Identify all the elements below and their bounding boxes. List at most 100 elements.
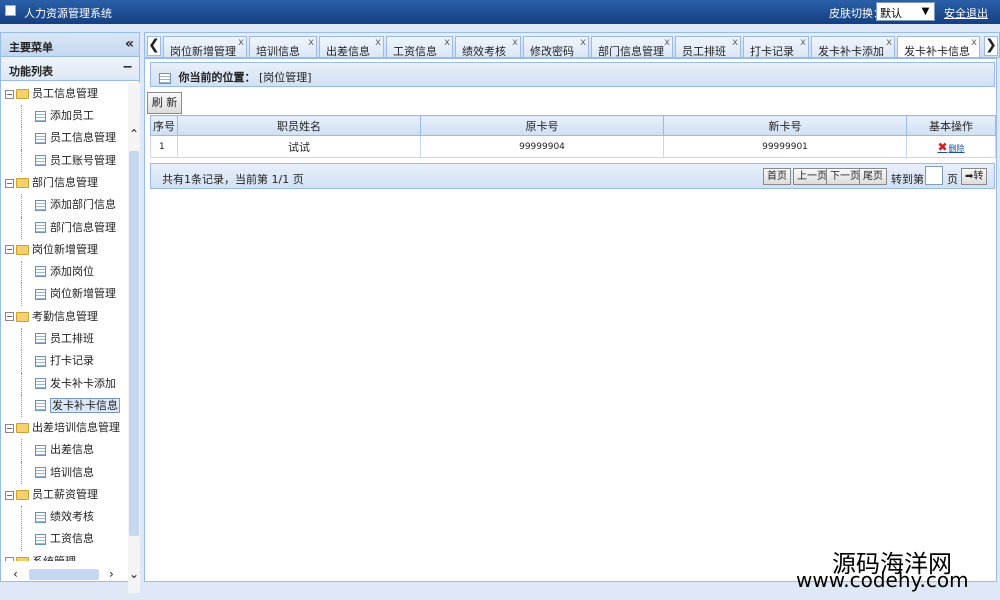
delete-icon: ✖ xyxy=(937,139,948,154)
tab[interactable]: 打卡记录 x xyxy=(743,36,809,57)
app-title: 人力资源管理系统 xyxy=(24,7,112,20)
close-tab-icon[interactable]: x xyxy=(732,37,738,48)
sidebar-item-label: 绩效考核 xyxy=(50,510,94,524)
page-icon xyxy=(35,266,46,278)
collapse-node-icon[interactable]: − xyxy=(5,490,14,500)
sidebar-item[interactable]: 发卡补卡添加 xyxy=(1,372,127,396)
tab[interactable]: 发卡补卡信息 x xyxy=(897,36,980,57)
tree-group[interactable]: − 出差培训信息管理 xyxy=(1,417,127,439)
tree-group-label: 考勤信息管理 xyxy=(32,309,98,323)
tab[interactable]: 绩效考核 x xyxy=(455,36,521,58)
scroll-left-icon[interactable]: ‹ xyxy=(13,567,18,581)
tree-group-label: 岗位新增管理 xyxy=(32,242,98,256)
tab[interactable]: 出差信息 x xyxy=(319,36,384,58)
collapse-node-icon[interactable]: − xyxy=(5,423,14,433)
page-icon xyxy=(35,511,46,523)
minimize-icon[interactable]: − xyxy=(122,60,133,75)
location-label: 你当前的位置： xyxy=(178,71,256,84)
watermark-url: www.codehy.com xyxy=(796,568,969,592)
tree-horizontal-scrollbar[interactable]: ‹ › xyxy=(3,567,127,581)
scroll-down-icon[interactable]: ⌄ xyxy=(128,567,140,581)
sidebar-item[interactable]: 添加员工 xyxy=(1,105,127,128)
tab[interactable]: 员工排班 x xyxy=(675,36,741,58)
page-icon xyxy=(35,444,46,456)
sidebar-item[interactable]: 添加岗位 xyxy=(1,260,127,284)
sidebar-item[interactable]: 发卡补卡信息 xyxy=(1,394,127,418)
folder-icon xyxy=(16,89,29,99)
sidebar-item-label: 添加员工 xyxy=(50,109,94,122)
location-bar: 你当前的位置： [岗位管理] xyxy=(150,62,995,87)
delete-button[interactable]: ✖删除 xyxy=(937,140,964,154)
sidebar-item[interactable]: 绩效考核 xyxy=(1,506,127,529)
sidebar-item[interactable]: 工资信息 xyxy=(1,528,127,552)
collapse-sidebar-icon[interactable]: « xyxy=(125,36,134,52)
close-tab-icon[interactable]: x xyxy=(512,37,518,48)
goto-page-input[interactable] xyxy=(925,166,943,185)
tab[interactable]: 培训信息 x xyxy=(249,36,317,58)
tab-label: 出差信息 xyxy=(326,45,370,58)
tree-group[interactable]: − 员工薪资管理 xyxy=(1,484,127,506)
sidebar-item[interactable]: 添加部门信息 xyxy=(1,194,127,217)
close-tab-icon[interactable]: x xyxy=(800,37,806,48)
first-page-button[interactable]: 首页 xyxy=(763,168,791,185)
refresh-button[interactable]: 刷 新 xyxy=(147,92,182,114)
sidebar-item[interactable]: 员工账号管理 xyxy=(1,149,127,173)
logout-link[interactable]: 安全退出 xyxy=(944,5,988,21)
column-header-old-card: 原卡号 xyxy=(420,115,664,136)
close-tab-icon[interactable]: x xyxy=(308,37,314,48)
tab[interactable]: 岗位新增管理 x xyxy=(163,36,247,57)
sidebar-item[interactable]: 部门信息管理 xyxy=(1,216,127,240)
tab[interactable]: 发卡补卡添加 x xyxy=(811,36,895,57)
skin-select[interactable]: 默认 ▼ xyxy=(876,2,935,21)
tab-label: 绩效考核 xyxy=(462,45,506,58)
scroll-right-icon[interactable]: › xyxy=(109,567,114,581)
function-list-header: 功能列表 − xyxy=(1,57,139,81)
tab[interactable]: 修改密码 x xyxy=(523,36,589,57)
tab-label: 培训信息 xyxy=(256,45,300,58)
tree-group[interactable]: − 岗位新增管理 xyxy=(1,239,127,261)
tree-group-label: 出差培训信息管理 xyxy=(32,421,120,435)
grid-icon xyxy=(159,72,171,84)
tab-next-icon[interactable]: ❯ xyxy=(984,36,998,56)
tab-label: 员工排班 xyxy=(682,45,726,58)
collapse-node-icon[interactable]: − xyxy=(5,557,14,561)
close-tab-icon[interactable]: x xyxy=(664,37,670,48)
chevron-down-icon[interactable]: ▼ xyxy=(918,4,933,19)
tree-group[interactable]: − 员工信息管理 xyxy=(1,83,127,105)
table-row: 1 试试 99999904 99999901 ✖删除 xyxy=(150,135,996,158)
sidebar-item-label: 出差信息 xyxy=(50,443,94,457)
go-button[interactable]: ➡转 xyxy=(961,168,988,185)
collapse-node-icon[interactable]: − xyxy=(5,89,14,99)
close-tab-icon[interactable]: x xyxy=(444,37,450,48)
close-tab-icon[interactable]: x xyxy=(580,37,586,48)
close-tab-icon[interactable]: x xyxy=(375,37,381,48)
tab[interactable]: 工资信息 x xyxy=(386,36,453,57)
sidebar-item[interactable]: 出差信息 xyxy=(1,439,127,463)
scroll-up-icon[interactable]: ⌃ xyxy=(128,127,140,141)
tab-prev-icon[interactable]: ❮ xyxy=(147,36,161,56)
page-unit-label: 页 xyxy=(947,173,958,186)
sidebar-item[interactable]: 培训信息 xyxy=(1,461,127,485)
sidebar-item[interactable]: 员工信息管理 xyxy=(1,127,127,151)
collapse-node-icon[interactable]: − xyxy=(5,245,14,255)
menu-tree: − 员工信息管理添加员工员工信息管理 员工账号管理 − 部门信息管理添加部门信息部门信息… xyxy=(1,83,127,561)
sidebar-item[interactable]: 岗位新增管理 xyxy=(1,283,127,307)
tree-group[interactable]: − 系统管理 xyxy=(1,551,127,561)
close-tab-icon[interactable]: x xyxy=(971,37,977,48)
scroll-thumb[interactable] xyxy=(129,151,139,536)
last-page-button[interactable]: 尾页 xyxy=(859,168,887,185)
close-tab-icon[interactable]: x xyxy=(238,37,244,48)
collapse-node-icon[interactable]: − xyxy=(5,178,14,188)
tree-group[interactable]: − 部门信息管理 xyxy=(1,172,127,194)
tree-vertical-scrollbar[interactable]: ⌃ ⌄ xyxy=(128,83,140,593)
collapse-node-icon[interactable]: − xyxy=(5,312,14,322)
hscroll-thumb[interactable] xyxy=(29,569,99,580)
column-header-new-card: 新卡号 xyxy=(663,115,907,136)
tree-group[interactable]: − 考勤信息管理 xyxy=(1,306,127,328)
tab[interactable]: 部门信息管理 x xyxy=(591,36,673,57)
sidebar-item[interactable]: 员工排班 xyxy=(1,327,127,351)
sidebar-item-label: 添加部门信息 xyxy=(50,198,116,212)
close-tab-icon[interactable]: x xyxy=(886,37,892,48)
page-icon xyxy=(35,222,46,234)
sidebar-item[interactable]: 打卡记录 xyxy=(1,350,127,373)
